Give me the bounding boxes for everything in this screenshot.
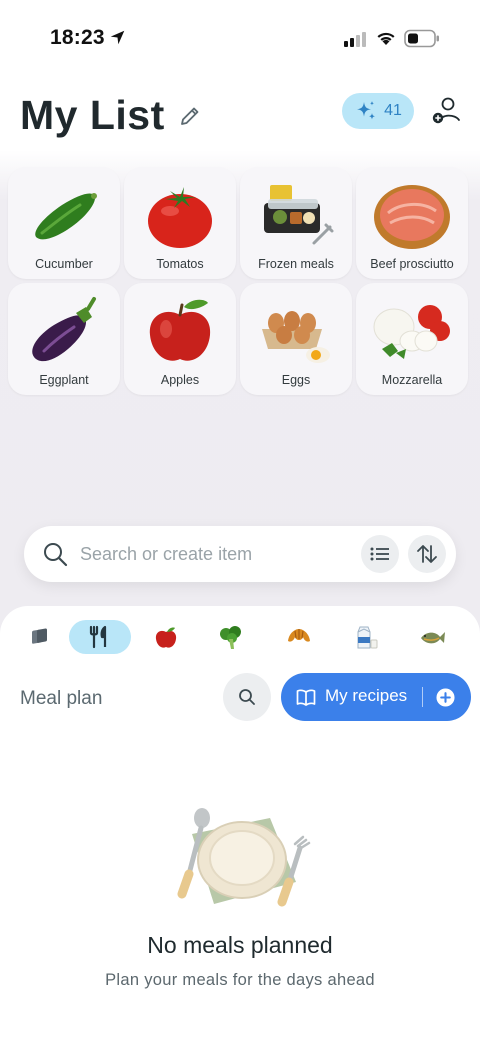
page-title: My List — [20, 92, 165, 138]
item-card-tomatos[interactable]: Tomatos — [124, 167, 236, 279]
meal-plan-label: Meal plan — [20, 688, 103, 709]
item-card-eggs[interactable]: Eggs — [240, 283, 352, 395]
item-label: Cucumber — [35, 257, 93, 271]
my-recipes-label: My recipes — [325, 686, 408, 705]
cucumber-icon — [35, 193, 97, 240]
frozen-meal-icon — [264, 185, 334, 245]
item-grid: Cucumber Tomatos Frozen meals Beef prosc… — [8, 167, 472, 395]
item-card-apples[interactable]: Apples — [124, 283, 236, 395]
add-user-icon[interactable] — [430, 95, 462, 127]
search-input[interactable] — [80, 534, 320, 574]
sort-button[interactable] — [408, 535, 446, 573]
sparkle-count: 41 — [384, 102, 402, 119]
fork-knife-icon — [89, 625, 107, 649]
sort-arrows-icon — [417, 545, 437, 563]
empty-state-subtitle: Plan your meals for the days ahead — [105, 971, 375, 989]
item-label: Apples — [160, 373, 200, 387]
pencil-icon[interactable] — [178, 104, 202, 128]
wifi-icon — [377, 32, 395, 45]
plus-circle-icon[interactable] — [436, 688, 455, 707]
book-icon — [296, 689, 316, 706]
category-tabs — [0, 620, 480, 656]
search-bar — [24, 526, 456, 582]
broccoli-icon — [220, 626, 241, 649]
apple-icon — [155, 627, 177, 648]
location-arrow-icon — [110, 30, 125, 45]
list-view-button[interactable] — [361, 535, 399, 573]
tab-dairy[interactable] — [346, 620, 386, 654]
eggplant-icon — [32, 297, 96, 362]
tab-fish[interactable] — [412, 620, 452, 654]
croissant-icon — [288, 629, 310, 642]
my-recipes-button[interactable]: My recipes — [281, 673, 471, 721]
status-bar: 18:23 — [0, 0, 480, 78]
item-label: Beef prosciutto — [370, 257, 454, 271]
item-card-eggplant[interactable]: Eggplant — [8, 283, 120, 395]
tab-bakery[interactable] — [279, 620, 319, 654]
item-label: Mozzarella — [381, 373, 443, 387]
layers-icon — [32, 628, 47, 644]
sparkle-icon — [357, 101, 376, 120]
battery-icon — [404, 29, 439, 48]
item-label: Eggplant — [39, 373, 89, 387]
apple-icon — [149, 299, 211, 361]
ai-credits-button[interactable]: 41 — [342, 93, 414, 129]
milk-icon — [357, 626, 378, 649]
divider — [422, 687, 423, 707]
item-label: Tomatos — [156, 257, 204, 271]
item-card-frozen-meals[interactable]: Frozen meals — [240, 167, 352, 279]
search-icon — [239, 689, 255, 705]
item-card-beef-prosciutto[interactable]: Beef prosciutto — [356, 167, 468, 279]
tab-fruits[interactable] — [146, 620, 186, 654]
tab-meals[interactable] — [69, 620, 131, 654]
mozzarella-icon — [373, 305, 450, 359]
tab-vegetables[interactable] — [211, 620, 251, 654]
eggs-icon — [262, 311, 330, 363]
empty-state-title: No meals planned — [147, 932, 333, 958]
tab-all[interactable] — [20, 620, 60, 654]
item-card-mozzarella[interactable]: Mozzarella — [356, 283, 468, 395]
bottom-sheet: Meal plan My recipes No meals planned Pl… — [0, 606, 480, 1043]
plate-illustration-icon — [177, 808, 311, 907]
cellular-signal-icon — [344, 32, 366, 47]
prosciutto-icon — [374, 185, 450, 249]
tomato-icon — [148, 187, 212, 248]
item-label: Eggs — [281, 373, 311, 387]
meal-search-button[interactable] — [223, 673, 271, 721]
search-icon — [44, 543, 68, 567]
item-label: Frozen meals — [258, 257, 334, 271]
fish-icon — [421, 632, 445, 644]
list-icon — [370, 547, 389, 561]
status-time: 18:23 — [50, 26, 105, 49]
item-card-cucumber[interactable]: Cucumber — [8, 167, 120, 279]
